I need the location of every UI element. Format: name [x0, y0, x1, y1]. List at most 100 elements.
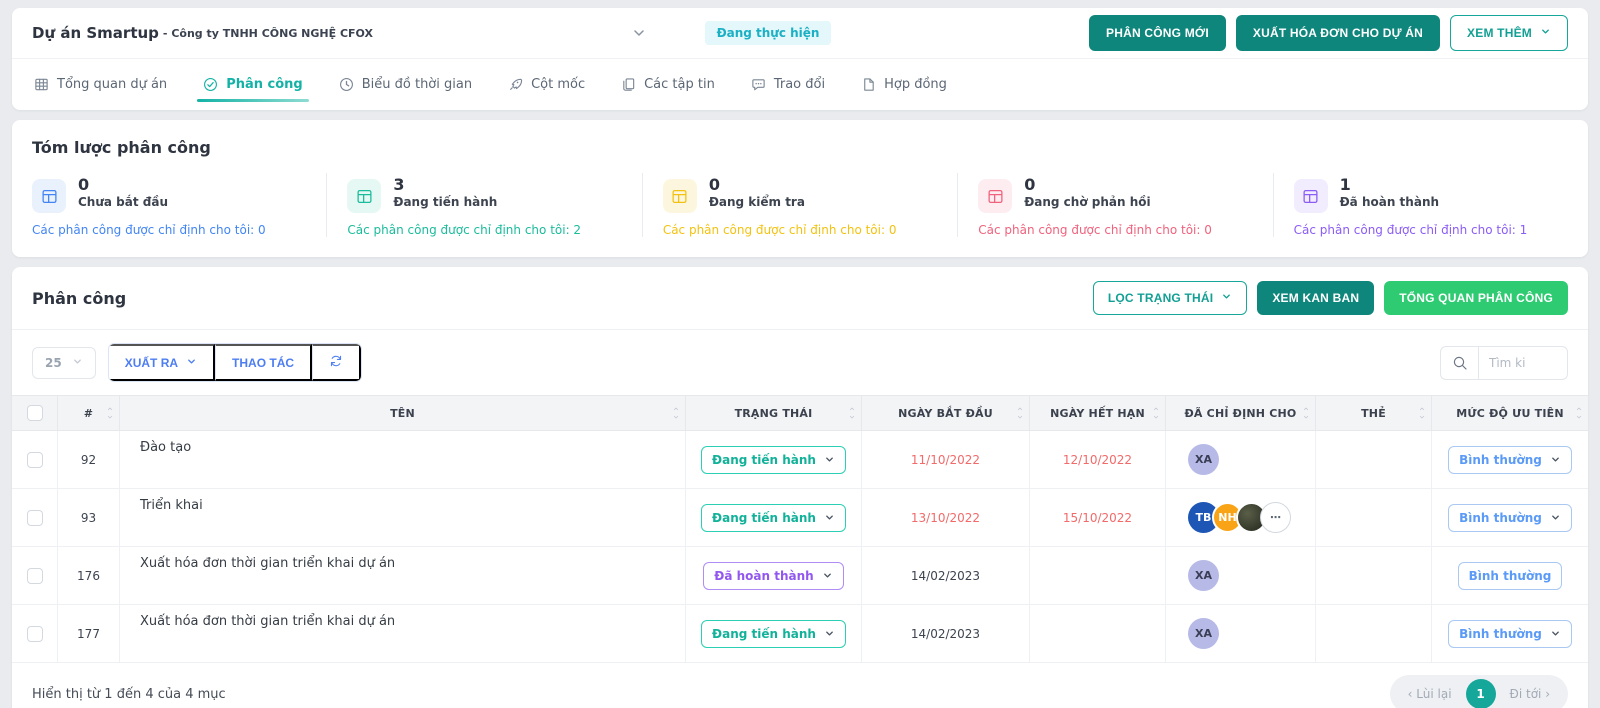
avatar[interactable]: XA: [1188, 444, 1219, 475]
stat-count: 0: [1024, 175, 1150, 195]
assignees: XA: [1166, 444, 1315, 475]
row-id: 92: [58, 431, 120, 489]
row-name[interactable]: Triển khai: [120, 489, 686, 547]
table-footer: Hiển thị từ 1 đến 4 của 4 mục ‹ Lùi lại …: [12, 663, 1588, 708]
column-label: NGÀY HẾT HẠN: [1050, 407, 1145, 420]
tab-doc[interactable]: Hợp đồng: [861, 59, 947, 110]
assignees: TBNH⋯: [1166, 502, 1315, 533]
summary-stat-card: 3 Đang tiến hành Các phân công được chỉ …: [326, 173, 641, 237]
row-name[interactable]: Xuất hóa đơn thời gian triển khai dự án: [120, 605, 686, 663]
tab-check[interactable]: Phân công: [203, 59, 303, 110]
due-date: [1030, 605, 1166, 663]
column-header[interactable]: NGÀY HẾT HẠN: [1030, 396, 1166, 430]
check-icon: [203, 77, 218, 92]
avatar[interactable]: XA: [1188, 618, 1219, 649]
avatar[interactable]: XA: [1188, 560, 1219, 591]
sort-icon[interactable]: [672, 405, 680, 421]
tab-grid[interactable]: Tổng quan dự án: [34, 59, 167, 110]
column-header[interactable]: MỨC ĐỘ ƯU TIÊN: [1432, 396, 1588, 430]
row-checkbox[interactable]: [27, 510, 43, 526]
start-date: 14/02/2023: [862, 605, 1030, 663]
column-header[interactable]: TÊN: [120, 396, 686, 430]
column-header[interactable]: TRẠNG THÁI: [686, 396, 862, 430]
priority-dropdown[interactable]: Bình thường: [1448, 504, 1572, 532]
row-checkbox[interactable]: [27, 626, 43, 642]
chevron-down-icon: [186, 356, 197, 370]
column-header[interactable]: #: [58, 396, 120, 430]
assignees: XA: [1166, 560, 1315, 591]
status-dropdown[interactable]: Đang tiến hành: [701, 504, 846, 532]
due-date: 15/10/2022: [1030, 489, 1166, 547]
sort-icon[interactable]: [106, 405, 114, 421]
page-size-value: 25: [45, 356, 62, 370]
tab-label: Phân công: [226, 77, 303, 92]
tab-chat[interactable]: Trao đổi: [751, 59, 825, 110]
sort-icon[interactable]: [848, 405, 856, 421]
search-input[interactable]: [1478, 346, 1568, 380]
column-header[interactable]: NGÀY BẮT ĐẦU: [862, 396, 1030, 430]
row-id: 177: [58, 605, 120, 663]
export-button[interactable]: XUẤT RA: [109, 344, 215, 381]
assignments-actions: LỌC TRẠNG THÁI XEM KAN BAN TỔNG QUAN PHÂ…: [1093, 281, 1568, 315]
status-dropdown[interactable]: Đang tiến hành: [701, 620, 846, 648]
tags: [1316, 547, 1432, 605]
status-label: Đang tiến hành: [712, 453, 816, 467]
sort-icon[interactable]: [1016, 405, 1024, 421]
sort-icon[interactable]: [1575, 405, 1583, 421]
priority-label: Bình thường: [1469, 569, 1552, 583]
next-page-button[interactable]: Đi tới ›: [1498, 687, 1562, 701]
status-dropdown[interactable]: Đang tiến hành: [701, 446, 846, 474]
kanban-view-button[interactable]: XEM KAN BAN: [1257, 281, 1374, 315]
status-dropdown[interactable]: Đã hoàn thành: [703, 562, 843, 590]
current-page-button[interactable]: 1: [1466, 679, 1496, 708]
more-assignees-button[interactable]: ⋯: [1260, 502, 1291, 533]
prev-page-button[interactable]: ‹ Lùi lại: [1396, 687, 1464, 701]
table-button-group: XUẤT RA THAO TÁC: [108, 343, 362, 382]
export-label: XUẤT RA: [125, 356, 178, 370]
row-name[interactable]: Xuất hóa đơn thời gian triển khai dự án: [120, 547, 686, 605]
refresh-button[interactable]: [312, 344, 361, 381]
summary-stats: 0 Chưa bắt đầu Các phân công được chỉ đị…: [12, 173, 1588, 237]
sort-icon[interactable]: [1418, 405, 1426, 421]
tab-clock[interactable]: Biểu đồ thời gian: [339, 59, 472, 110]
summary-card: Tóm lược phân công 0 Chưa bắt đầu Các ph…: [12, 120, 1588, 257]
actions-button[interactable]: THAO TÁC: [215, 344, 312, 381]
sort-icon[interactable]: [1152, 405, 1160, 421]
see-more-button[interactable]: XEM THÊM: [1450, 15, 1568, 51]
start-date: 14/02/2023: [862, 547, 1030, 605]
stat-assigned-to-me: Các phân công được chỉ định cho tôi: 2: [347, 223, 621, 237]
filter-status-button[interactable]: LỌC TRẠNG THÁI: [1093, 281, 1247, 315]
page-size-select[interactable]: 25: [32, 347, 96, 379]
row-checkbox[interactable]: [27, 568, 43, 584]
assignments-title: Phân công: [32, 289, 126, 308]
stat-label: Đang tiến hành: [393, 195, 497, 209]
tab-label: Trao đổi: [774, 77, 825, 92]
summary-title: Tóm lược phân công: [12, 138, 1588, 173]
priority-dropdown[interactable]: Bình thường: [1448, 620, 1572, 648]
row-name[interactable]: Đào tạo: [120, 431, 686, 489]
stat-table-icon: [1294, 179, 1328, 213]
tab-rocket[interactable]: Cột mốc: [508, 59, 585, 110]
assignees: XA: [1166, 618, 1315, 649]
priority-dropdown[interactable]: Bình thường: [1448, 446, 1572, 474]
priority-dropdown[interactable]: Bình thường: [1458, 562, 1563, 590]
pagination: ‹ Lùi lại 1 Đi tới ›: [1390, 675, 1568, 708]
tab-files[interactable]: Các tập tin: [621, 59, 715, 110]
column-label: #: [84, 407, 93, 420]
chevron-down-icon: [1550, 454, 1561, 465]
tab-label: Biểu đồ thời gian: [362, 77, 472, 92]
sort-icon[interactable]: [1302, 405, 1310, 421]
stat-label: Chưa bắt đầu: [78, 195, 168, 209]
column-label: NGÀY BẮT ĐẦU: [898, 407, 993, 420]
new-assignment-button[interactable]: PHÂN CÔNG MỚI: [1089, 15, 1226, 51]
assignment-overview-button[interactable]: TỔNG QUAN PHÂN CÔNG: [1384, 281, 1568, 315]
row-checkbox[interactable]: [27, 452, 43, 468]
export-invoice-button[interactable]: XUẤT HÓA ĐƠN CHO DỰ ÁN: [1236, 15, 1440, 51]
chevron-down-icon[interactable]: [631, 25, 647, 41]
select-all-checkbox[interactable]: [27, 405, 43, 421]
table-search: [1440, 346, 1568, 380]
column-header[interactable]: THẺ: [1316, 396, 1432, 430]
column-header[interactable]: ĐÃ CHỈ ĐỊNH CHO: [1166, 396, 1316, 430]
stat-assigned-to-me: Các phân công được chỉ định cho tôi: 0: [32, 223, 306, 237]
summary-stat-card: 0 Chưa bắt đầu Các phân công được chỉ đị…: [12, 173, 326, 237]
